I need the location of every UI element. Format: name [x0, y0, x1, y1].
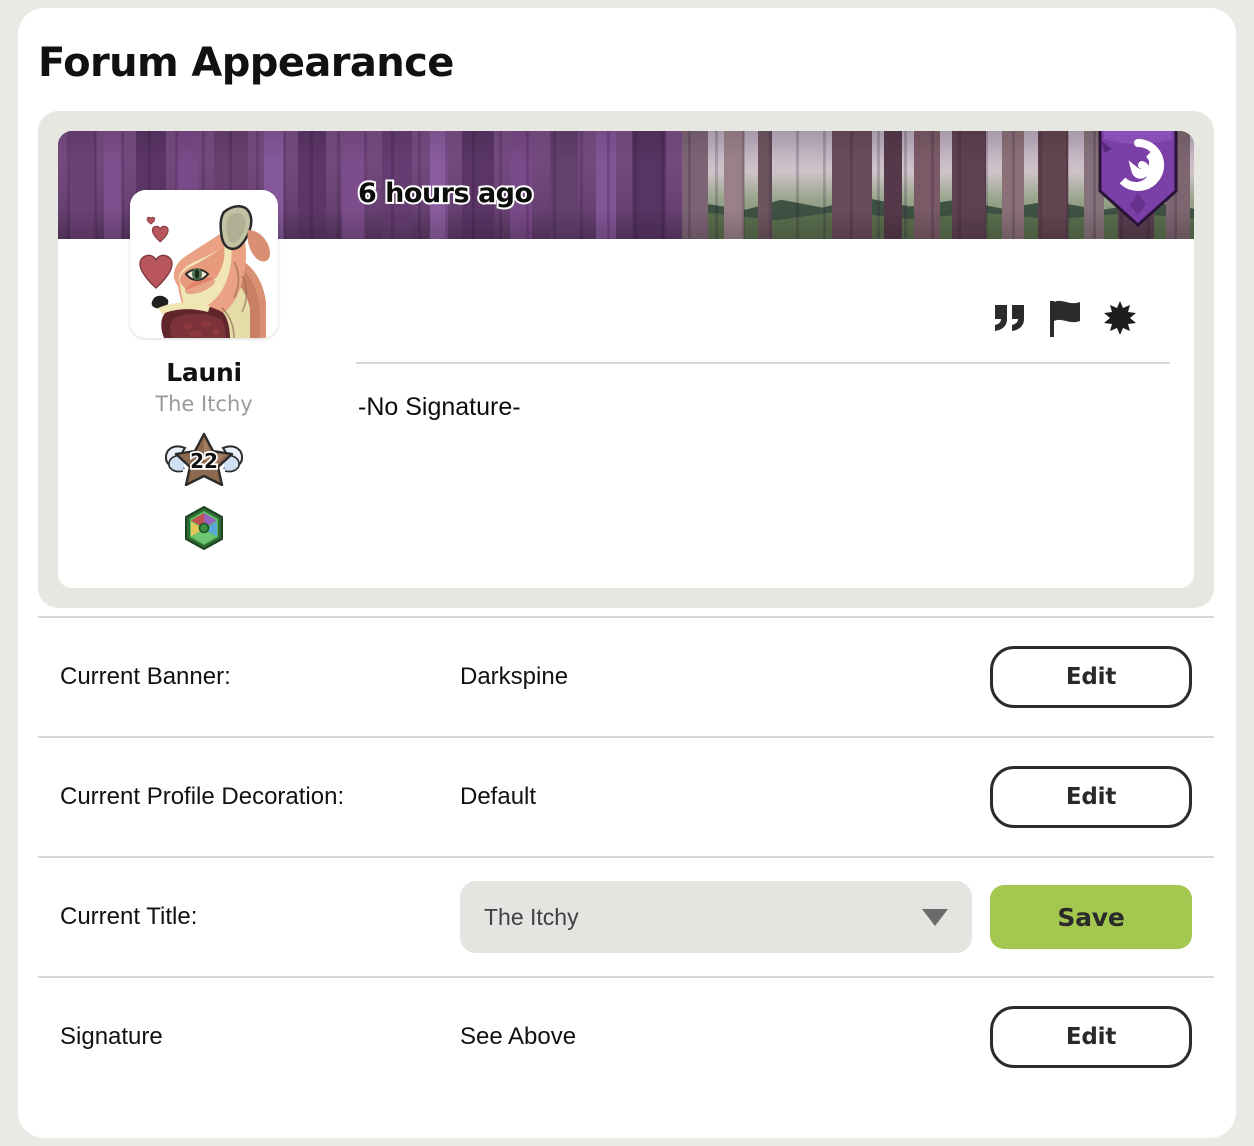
row-value: Default [460, 783, 537, 810]
level-number: 22 [190, 449, 218, 473]
chevron-down-icon [922, 908, 948, 926]
setting-row-signature: Signature See Above Edit [38, 978, 1214, 1096]
row-value: See Above [460, 1023, 577, 1050]
profile-preview-card: 6 hours ago Launi The Itchy 22 -No Signa… [58, 131, 1194, 588]
quote-icon[interactable] [993, 303, 1027, 333]
setting-row-profile-decoration: Current Profile Decoration: Default Edit [38, 738, 1214, 856]
setting-row-current-title: Current Title: The Itchy Save [38, 858, 1214, 976]
profile-preview-frame: 6 hours ago Launi The Itchy 22 -No Signa… [38, 111, 1214, 608]
edit-banner-button[interactable]: Edit [990, 646, 1192, 708]
row-label: Current Banner: [60, 663, 231, 690]
user-title: The Itchy [155, 391, 253, 416]
post-body-divider [356, 362, 1170, 364]
winged-star-badge-icon[interactable]: 22 [98, 432, 310, 486]
identity-column: Launi The Itchy 22 [98, 359, 310, 550]
setting-row-current-banner: Current Banner: Darkspine Edit [38, 618, 1214, 736]
flag-icon[interactable] [1048, 299, 1082, 337]
avatar[interactable] [130, 190, 278, 338]
row-label: Signature [60, 1023, 163, 1050]
sparkle-icon[interactable] [1103, 301, 1137, 335]
hex-gem-badge-icon[interactable] [98, 505, 310, 550]
settings-rows: Current Banner: Darkspine Edit Current P… [38, 616, 1214, 1096]
row-label: Current Title: [60, 903, 198, 930]
title-select[interactable]: The Itchy [460, 881, 972, 953]
post-timestamp: 6 hours ago [356, 176, 535, 211]
save-title-button[interactable]: Save [990, 885, 1192, 949]
post-action-icons [993, 299, 1137, 337]
edit-profile-decoration-button[interactable]: Edit [990, 766, 1192, 828]
row-label: Current Profile Decoration: [60, 783, 345, 810]
username: Launi [166, 358, 242, 387]
page-title: Forum Appearance [38, 40, 454, 86]
row-value: Darkspine [460, 663, 569, 690]
spiral-pennant-icon [1096, 131, 1180, 227]
edit-signature-button[interactable]: Edit [990, 1006, 1192, 1068]
title-select-value: The Itchy [484, 903, 579, 930]
signature-preview-text: -No Signature- [358, 393, 521, 421]
page-panel: Forum Appearance 6 hours ago Launi The I… [18, 8, 1236, 1138]
